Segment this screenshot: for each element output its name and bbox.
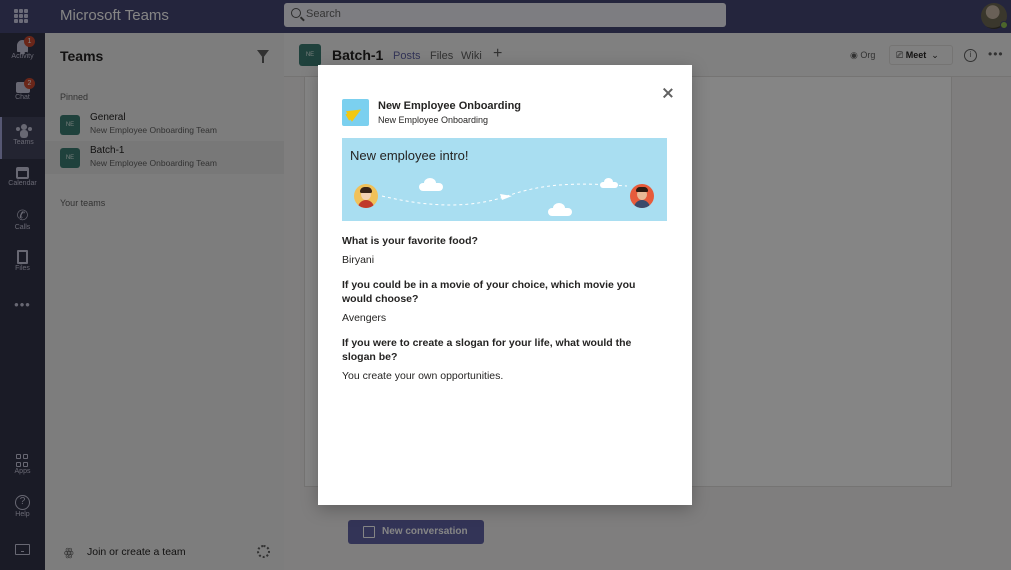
answer-text: Avengers xyxy=(342,312,387,324)
intro-banner: New employee intro! xyxy=(342,138,667,221)
cloud-icon xyxy=(553,203,565,213)
question-text: If you were to create a slogan for your … xyxy=(342,337,632,363)
dialog-title: New Employee Onboarding xyxy=(378,100,522,112)
onboarding-dialog: New Employee Onboarding New Employee Onb… xyxy=(318,65,692,505)
employee-avatar-left xyxy=(354,184,378,208)
answer-text: Biryani xyxy=(342,254,375,266)
question-text: If you could be in a movie of your choic… xyxy=(342,279,636,305)
cloud-icon xyxy=(424,178,436,188)
close-icon[interactable] xyxy=(661,86,675,100)
employee-avatar-right xyxy=(630,184,654,208)
cloud-icon xyxy=(604,178,613,186)
answer-text: You create your own opportunities. xyxy=(342,370,504,382)
dialog-subtitle: New Employee Onboarding xyxy=(378,115,489,125)
flight-path-illustration xyxy=(381,183,628,206)
question-text: What is your favorite food? xyxy=(342,235,478,247)
megaphone-icon xyxy=(342,99,369,126)
